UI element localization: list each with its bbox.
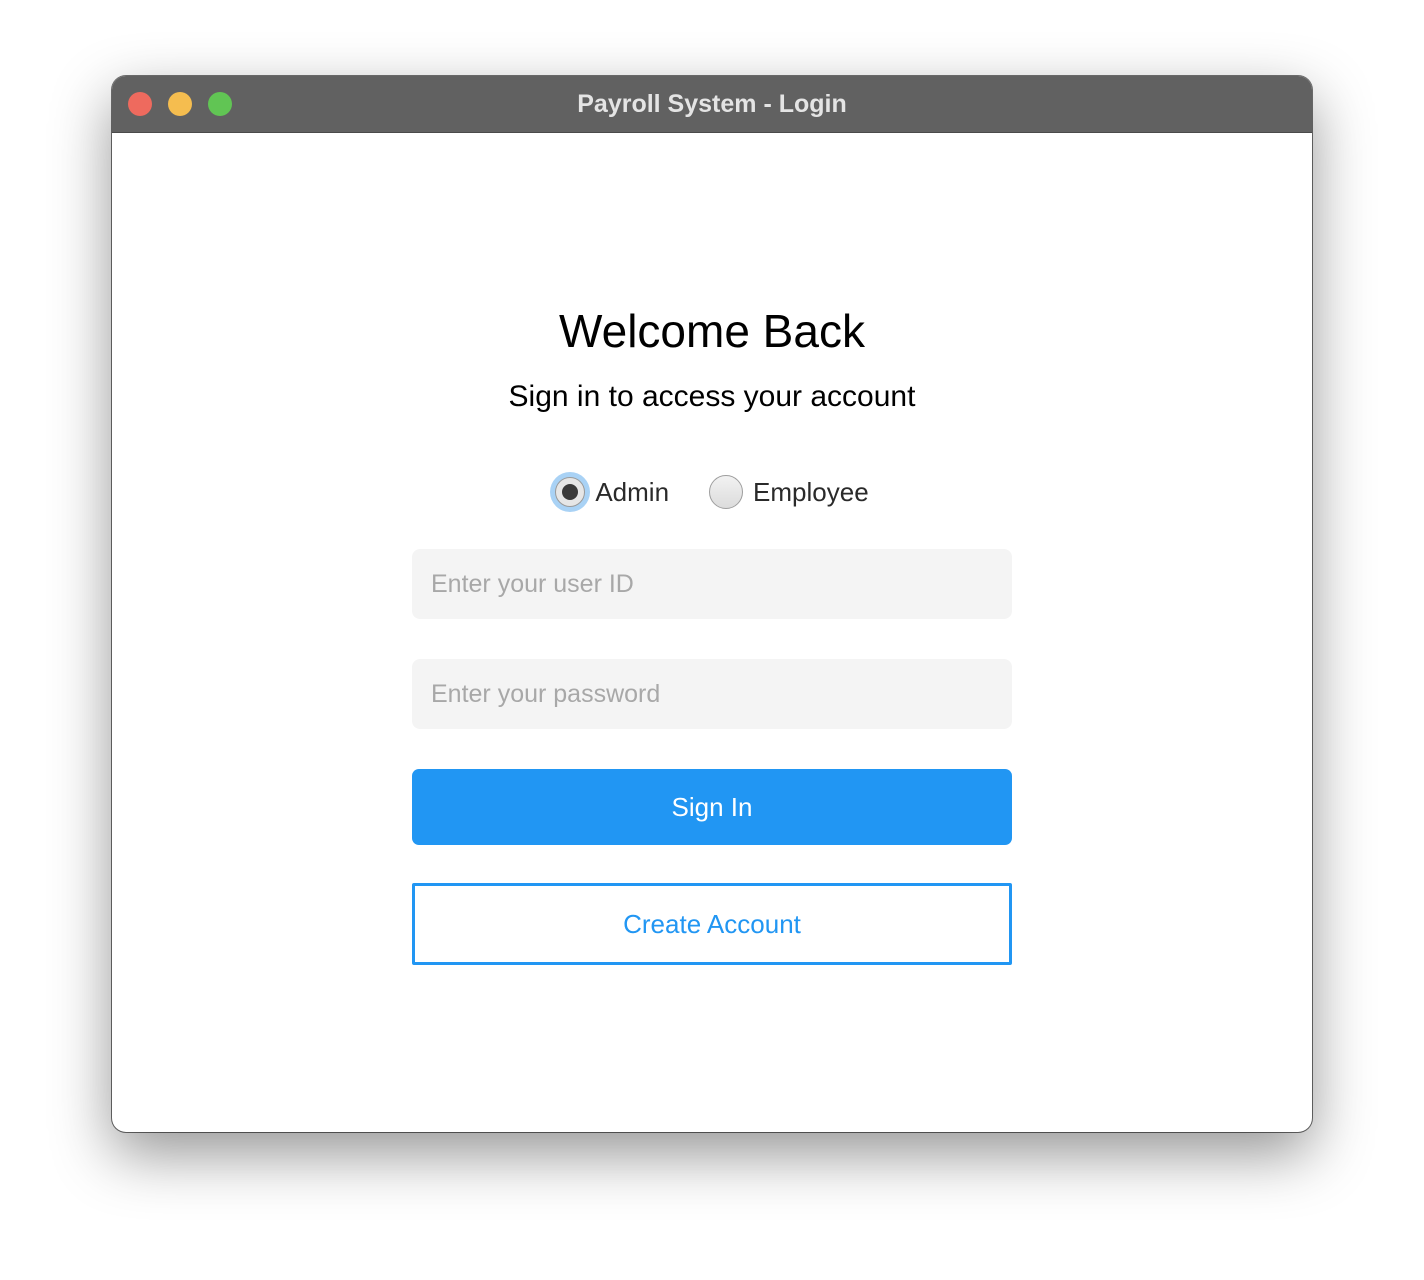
admin-radio-button[interactable] xyxy=(555,477,586,507)
role-radio-group: Admin Employee xyxy=(112,470,1312,514)
radio-selected-dot xyxy=(562,484,579,500)
minimize-window-button[interactable] xyxy=(168,92,192,116)
login-form: Welcome Back Sign in to access your acco… xyxy=(112,133,1312,1132)
admin-radio-label[interactable]: Admin xyxy=(595,477,669,508)
page-title: Welcome Back xyxy=(559,305,865,357)
employee-radio-button[interactable] xyxy=(709,475,744,509)
role-option-employee[interactable]: Employee xyxy=(709,475,869,509)
role-option-admin[interactable]: Admin xyxy=(555,477,669,508)
title-bar[interactable]: Payroll System - Login xyxy=(112,76,1312,133)
sign-in-button[interactable]: Sign In xyxy=(412,769,1012,845)
page-subtitle: Sign in to access your account xyxy=(508,380,916,413)
employee-radio-label[interactable]: Employee xyxy=(753,477,869,508)
close-window-button[interactable] xyxy=(128,92,152,116)
create-account-button[interactable]: Create Account xyxy=(412,883,1012,965)
window-title: Payroll System - Login xyxy=(577,90,847,118)
login-window: Payroll System - Login Welcome Back Sign… xyxy=(112,76,1312,1132)
maximize-window-button[interactable] xyxy=(208,92,232,116)
user-id-input[interactable] xyxy=(412,549,1012,619)
password-input[interactable] xyxy=(412,659,1012,729)
